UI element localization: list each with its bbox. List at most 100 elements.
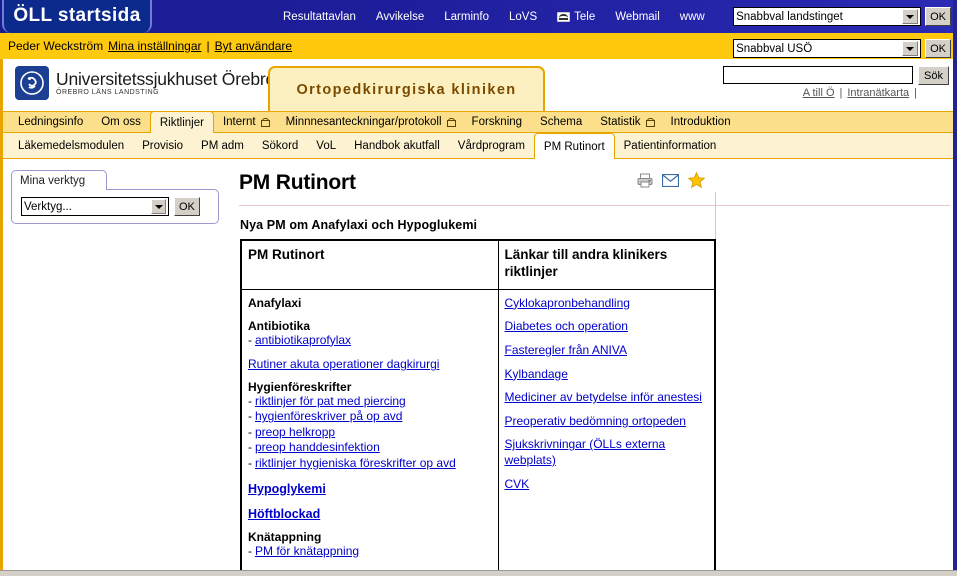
topnav-link-larminfo[interactable]: Larminfo <box>444 11 489 23</box>
topnav-label-1: Avvikelse <box>375 10 425 23</box>
list-item: - PM för knätappning <box>248 544 492 559</box>
link-rutiner-akuta-operationer[interactable]: Rutiner akuta operationer dagkirurgi <box>248 357 492 371</box>
link-preop-helkropp[interactable]: preop helkropp <box>255 425 335 440</box>
subtab-pm-rutinort[interactable]: PM Rutinort <box>533 133 615 159</box>
header-band: Universitetssjukhuset Örebro ÖREBRO LÄNS… <box>0 59 957 111</box>
tab-internt[interactable]: Internt <box>214 112 277 132</box>
quickselect-landsting-ok-button[interactable]: OK <box>925 7 951 26</box>
subtab-handbok-akutfall[interactable]: Handbok akutfall <box>345 133 449 158</box>
topnav-link-avvikelse[interactable]: Avvikelse <box>376 11 424 23</box>
link-cvk[interactable]: CVK <box>505 477 709 493</box>
org-text: Universitetssjukhuset Örebro ÖREBRO LÄNS… <box>56 69 275 96</box>
lock-icon <box>446 117 456 127</box>
topnav-link-resultattavlan[interactable]: Resultattavlan <box>283 11 356 23</box>
search-input[interactable] <box>723 66 914 84</box>
right-column-cell: Cyklokapronbehandling Diabetes och opera… <box>497 288 716 576</box>
link-preop-handdesinfektion[interactable]: preop handdesinfektion <box>255 440 380 455</box>
topnav-link-lovs[interactable]: LoVS <box>509 11 537 23</box>
tab-riktlinjer[interactable]: Riktlinjer <box>149 111 214 133</box>
tab-introduktion[interactable]: Introduktion <box>662 112 740 132</box>
subtab-vol[interactable]: VoL <box>307 133 345 158</box>
quickselect-uso-ok-button[interactable]: OK <box>925 39 951 58</box>
subtab-label: PM adm <box>201 139 244 152</box>
quickselect-uso-value: Snabbval USÖ <box>736 42 813 55</box>
print-icon[interactable] <box>637 173 653 193</box>
top-nav-links: Resultattavlan Avvikelse Larminfo LoVS T… <box>283 0 705 33</box>
list-item: - antibiotikaprofylax <box>248 333 492 348</box>
tab-schema[interactable]: Schema <box>531 112 591 132</box>
quickselect-landsting-row: Snabbval landstinget OK <box>733 7 951 26</box>
my-tools-tab-label: Mina verktyg <box>20 174 86 187</box>
right-column-header: Länkar till andra klinikers riktlinjer <box>504 247 668 279</box>
topnav-link-webmail[interactable]: Webmail <box>615 11 660 23</box>
tab-forskning[interactable]: Forskning <box>463 112 532 132</box>
chevron-down-icon[interactable] <box>902 9 919 24</box>
star-icon[interactable] <box>687 171 706 194</box>
my-settings-link[interactable]: Mina inställningar <box>108 39 201 53</box>
list-item: - preop helkropp <box>248 425 492 440</box>
switch-user-link[interactable]: Byt användare <box>215 39 292 53</box>
home-tab[interactable]: ÖLL startsida <box>2 0 152 33</box>
intranet-map-link[interactable]: Intranätkarta <box>847 87 909 99</box>
tab-om-oss[interactable]: Om oss <box>92 112 150 132</box>
topnav-label-2: Larminfo <box>444 10 489 23</box>
topnav-link-tele[interactable]: Tele <box>557 11 595 23</box>
tools-ok-button[interactable]: OK <box>174 197 200 216</box>
search-button[interactable]: Sök <box>918 66 949 85</box>
link-pm-for-knatappning[interactable]: PM för knätappning <box>255 544 359 559</box>
link-cyklokapronbehandling[interactable]: Cyklokapronbehandling <box>505 296 709 312</box>
link-diabetes-och-operation[interactable]: Diabetes och operation <box>505 319 709 335</box>
subtab-sokord[interactable]: Sökord <box>253 133 307 158</box>
list-dash: - <box>248 543 252 558</box>
list-dash: - <box>248 409 252 424</box>
subtab-lakemedelsmodulen[interactable]: Läkemedelsmodulen <box>9 133 133 158</box>
chevron-down-icon[interactable] <box>151 199 166 214</box>
subtab-pm-adm[interactable]: PM adm <box>192 133 253 158</box>
quickselect-uso-row: Snabbval USÖ OK <box>733 39 951 58</box>
left-column-header: PM Rutinort <box>248 247 325 262</box>
subtab-vardprogram[interactable]: Vårdprogram <box>449 133 534 158</box>
subtab-label: Sökord <box>261 139 299 152</box>
link-hoftblockad[interactable]: Höftblockad <box>248 507 492 521</box>
link-riktlinjer-hygieniska-op-avd[interactable]: riktlinjer hygieniska föreskrifter op av… <box>255 456 456 471</box>
tab-minnesanteckningar[interactable]: Minnnesanteckningar/protokoll <box>277 112 463 132</box>
site-logo[interactable]: Universitetssjukhuset Örebro ÖREBRO LÄNS… <box>15 66 275 100</box>
subtab-patientinformation[interactable]: Patientinformation <box>615 133 726 158</box>
page-body: Mina verktyg Verktyg... OK PM Rutinort N… <box>0 159 957 576</box>
heading-anafylaxi: Anafylaxi <box>248 295 302 310</box>
tab-label: Statistik <box>600 116 641 128</box>
tab-label: Ledningsinfo <box>18 116 84 128</box>
link-fasteregler-aniva[interactable]: Fasteregler från ANIVA <box>505 343 709 359</box>
quicklink-separator-2: | <box>914 87 917 99</box>
heading-hygienforeskrifter: Hygienföreskrifter <box>248 380 352 395</box>
link-antibiotikaprofylax[interactable]: antibiotikaprofylax <box>255 333 351 348</box>
subtab-provisio[interactable]: Provisio <box>133 133 192 158</box>
link-riktlinjer-piercing[interactable]: riktlinjer för pat med piercing <box>255 394 406 409</box>
link-sjukskrivningar[interactable]: Sjukskrivningar (ÖLLs externa webplats) <box>505 437 709 468</box>
tab-statistik[interactable]: Statistik <box>591 112 661 132</box>
clinic-tab[interactable]: Ortopedkirurgiska kliniken <box>268 66 545 111</box>
quickselect-landsting[interactable]: Snabbval landstinget <box>733 7 922 26</box>
a-to-o-link[interactable]: A till Ö <box>803 87 835 99</box>
link-hygienforeskriver-op-avd[interactable]: hygienföreskriver på op avd <box>255 409 402 424</box>
lock-icon <box>645 117 655 127</box>
tools-select[interactable]: Verktyg... <box>21 197 169 216</box>
subtab-label: Patientinformation <box>623 139 717 152</box>
heading-knatappning: Knätappning <box>248 529 322 544</box>
chevron-down-icon[interactable] <box>902 41 919 56</box>
my-tools-tab[interactable]: Mina verktyg <box>11 170 107 190</box>
quickselect-uso[interactable]: Snabbval USÖ <box>733 39 922 58</box>
link-hypoglykemi[interactable]: Hypoglykemi <box>248 482 492 496</box>
list-item: - riktlinjer för pat med piercing <box>248 394 492 409</box>
home-tab-label: ÖLL startsida <box>13 4 141 26</box>
topnav-link-www[interactable]: www <box>680 11 705 23</box>
link-kylbandage[interactable]: Kylbandage <box>505 367 709 383</box>
tab-ledningsinfo[interactable]: Ledningsinfo <box>9 112 92 132</box>
link-preoperativ-bedomning[interactable]: Preoperativ bedömning ortopeden <box>505 414 709 430</box>
email-icon[interactable] <box>661 173 680 192</box>
link-mediciner-infor-anestesi[interactable]: Mediciner av betydelse inför anestesi <box>505 390 709 406</box>
list-item: - preop handdesinfektion <box>248 440 492 455</box>
tab-label: Schema <box>540 116 583 128</box>
my-tools-panel: Mina verktyg Verktyg... OK <box>11 170 219 224</box>
tab-label: Introduktion <box>670 116 731 128</box>
